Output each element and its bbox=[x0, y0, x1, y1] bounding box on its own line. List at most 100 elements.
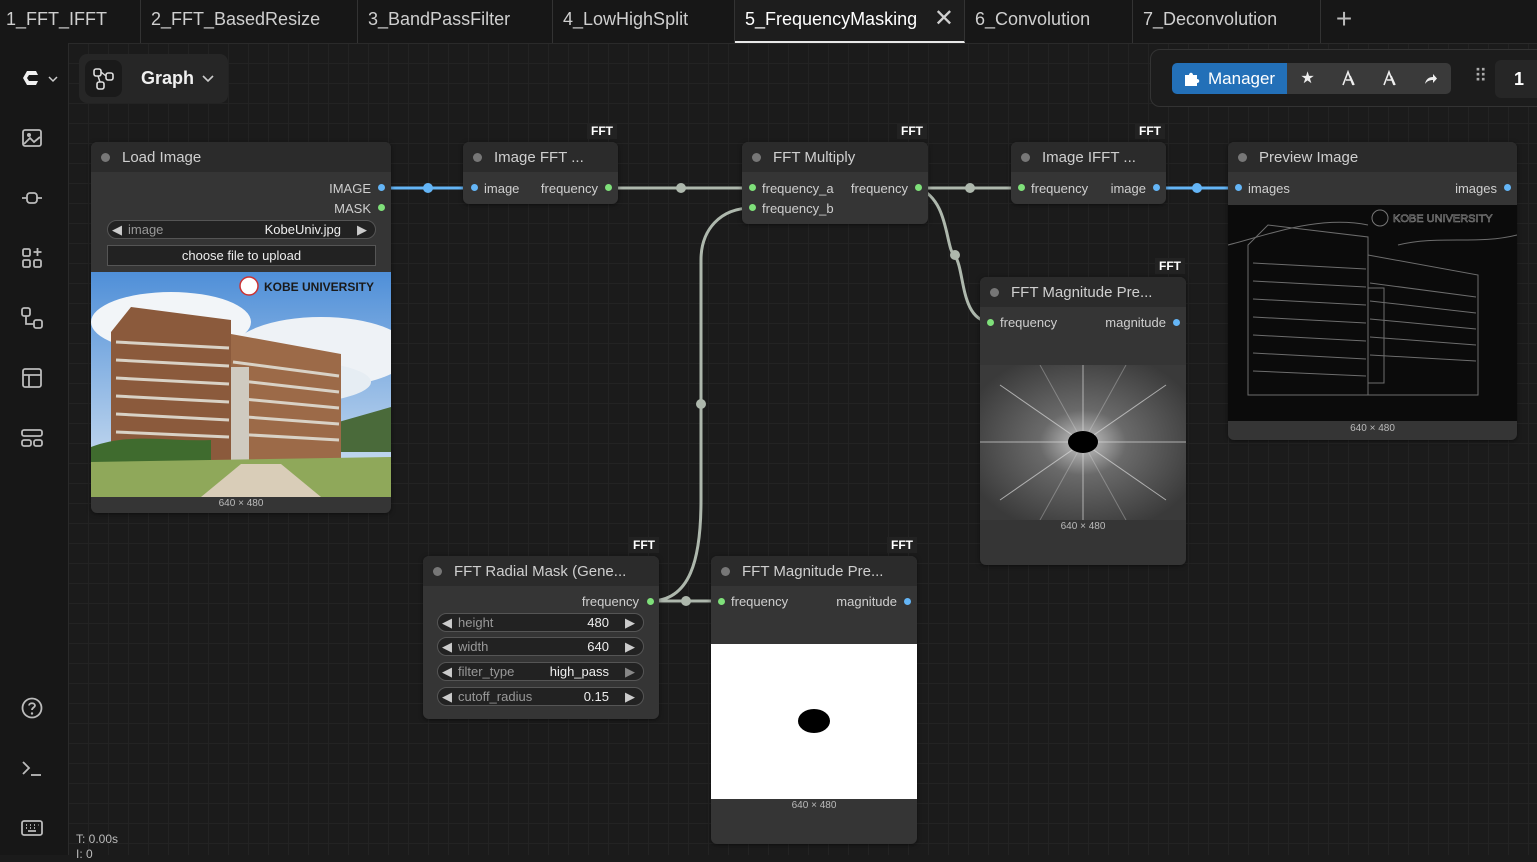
widget-value: 0.15 bbox=[583, 689, 609, 704]
graph-menu-button[interactable]: Graph bbox=[79, 54, 228, 103]
output-frequency-pin[interactable] bbox=[605, 184, 612, 191]
run-icon bbox=[1342, 70, 1355, 86]
arrow-right-icon[interactable]: ▶ bbox=[625, 689, 635, 705]
execution-stats: T: 0.00s I: 0 bbox=[76, 832, 118, 862]
manager-button[interactable]: Manager bbox=[1172, 63, 1287, 94]
model-library-icon[interactable] bbox=[19, 245, 45, 271]
node-image-ifft[interactable]: Image IFFT ... frequency image bbox=[1011, 142, 1166, 204]
graph-icon bbox=[85, 60, 122, 97]
node-fft-magnitude-preview-2[interactable]: FFT Magnitude Pre... frequency magnitude… bbox=[711, 556, 917, 844]
node-badge: FFT bbox=[897, 123, 927, 139]
arrow-left-icon[interactable]: ◀ bbox=[112, 222, 122, 238]
output-magnitude-pin[interactable] bbox=[1173, 319, 1180, 326]
node-title: Image FFT ... bbox=[494, 149, 584, 166]
output-image-pin[interactable] bbox=[378, 184, 385, 191]
input-frequency-label: frequency bbox=[731, 594, 789, 609]
images-icon[interactable] bbox=[19, 125, 45, 151]
node-badge: FFT bbox=[887, 537, 917, 553]
logo-icon[interactable] bbox=[18, 65, 44, 91]
puzzle-icon bbox=[1185, 72, 1200, 86]
run-alt-button[interactable] bbox=[1369, 63, 1410, 94]
input-frequency-pin[interactable] bbox=[1018, 184, 1025, 191]
templates-icon[interactable] bbox=[19, 365, 45, 391]
tab-label: 5_FrequencyMasking bbox=[745, 9, 918, 29]
queue-count[interactable]: 1 bbox=[1495, 60, 1537, 98]
input-frequency-pin[interactable] bbox=[987, 319, 994, 326]
node-load-image[interactable]: Load Image IMAGE MASK ◀ image KobeUniv.j… bbox=[91, 142, 391, 513]
height-widget[interactable]: ◀ height 480 ▶ bbox=[437, 613, 644, 632]
input-frequency-label: frequency bbox=[1031, 181, 1089, 196]
share-button[interactable] bbox=[1410, 63, 1451, 94]
upload-button[interactable]: choose file to upload bbox=[107, 245, 376, 266]
node-fft-multiply[interactable]: FFT Multiply frequency_a frequency_b fre… bbox=[742, 142, 928, 224]
arrow-left-icon[interactable]: ◀ bbox=[442, 615, 452, 631]
output-frequency-pin[interactable] bbox=[915, 184, 922, 191]
output-images-label: images bbox=[1455, 181, 1497, 196]
collapse-dot[interactable] bbox=[721, 567, 730, 576]
widget-name: height bbox=[458, 615, 494, 630]
tab-6-convolution[interactable]: 6_Convolution bbox=[965, 0, 1133, 43]
arrow-right-icon[interactable]: ▶ bbox=[625, 664, 635, 680]
drag-handle-icon[interactable]: ⠿ bbox=[1474, 66, 1488, 87]
arrow-right-icon[interactable]: ▶ bbox=[357, 222, 367, 238]
input-frequency-b-pin[interactable] bbox=[749, 204, 756, 211]
node-preview-image[interactable]: Preview Image images images KOBE UNIVERS… bbox=[1228, 142, 1517, 440]
terminal-icon[interactable] bbox=[19, 755, 45, 781]
node-library-icon[interactable] bbox=[19, 185, 45, 211]
node-image-fft[interactable]: Image FFT ... image frequency bbox=[463, 142, 618, 204]
width-widget[interactable]: ◀ width 640 ▶ bbox=[437, 637, 644, 656]
collapse-dot[interactable] bbox=[473, 153, 482, 162]
collapse-dot[interactable] bbox=[752, 153, 761, 162]
help-icon[interactable] bbox=[19, 695, 45, 721]
collapse-dot[interactable] bbox=[433, 567, 442, 576]
workflows-icon[interactable] bbox=[19, 305, 45, 331]
output-image-pin[interactable] bbox=[1153, 184, 1160, 191]
arrow-left-icon[interactable]: ◀ bbox=[442, 639, 452, 655]
widget-name: cutoff_radius bbox=[458, 689, 533, 704]
collapse-dot[interactable] bbox=[1021, 153, 1030, 162]
output-magnitude-pin[interactable] bbox=[904, 598, 911, 605]
node-badge: FFT bbox=[587, 123, 617, 139]
queue-icon[interactable] bbox=[19, 425, 45, 451]
node-title: Load Image bbox=[122, 149, 202, 166]
favorites-button[interactable]: ★ bbox=[1287, 63, 1328, 94]
collapse-dot[interactable] bbox=[101, 153, 110, 162]
image-select-widget[interactable]: ◀ image KobeUniv.jpg ▶ bbox=[107, 220, 376, 239]
input-images-label: images bbox=[1248, 181, 1290, 196]
cutoff-radius-widget[interactable]: ◀ cutoff_radius 0.15 ▶ bbox=[437, 687, 644, 706]
tab-3-bandpassfilter[interactable]: 3_BandPassFilter bbox=[358, 0, 553, 43]
node-badge: FFT bbox=[1135, 123, 1165, 139]
tab-5-frequencymasking[interactable]: 5_FrequencyMasking ✕ bbox=[735, 0, 965, 43]
input-images-pin[interactable] bbox=[1235, 184, 1242, 191]
add-tab-button[interactable]: + bbox=[1332, 0, 1356, 40]
image-caption: KOBE UNIVERSITY bbox=[264, 280, 374, 294]
arrow-left-icon[interactable]: ◀ bbox=[442, 689, 452, 705]
input-frequency-a-label: frequency_a bbox=[762, 181, 834, 196]
collapse-dot[interactable] bbox=[1238, 153, 1247, 162]
close-icon[interactable]: ✕ bbox=[934, 0, 954, 38]
output-frequency-pin[interactable] bbox=[647, 598, 654, 605]
arrow-right-icon[interactable]: ▶ bbox=[625, 615, 635, 631]
node-fft-magnitude-preview-1[interactable]: FFT Magnitude Pre... frequency magnitude… bbox=[980, 277, 1186, 565]
input-image-pin[interactable] bbox=[471, 184, 478, 191]
collapse-dot[interactable] bbox=[990, 288, 999, 297]
widget-value: 480 bbox=[587, 615, 609, 630]
tab-label: 2_FFT_BasedResize bbox=[151, 9, 321, 29]
output-images-pin[interactable] bbox=[1504, 184, 1511, 191]
input-frequency-pin[interactable] bbox=[718, 598, 725, 605]
arrow-left-icon[interactable]: ◀ bbox=[442, 664, 452, 680]
tab-2-fft-basedresize[interactable]: 2_FFT_BasedResize bbox=[141, 0, 358, 43]
tab-4-lowhighsplit[interactable]: 4_LowHighSplit bbox=[553, 0, 735, 43]
output-mask-pin[interactable] bbox=[378, 204, 385, 211]
input-frequency-a-pin[interactable] bbox=[749, 184, 756, 191]
run-button[interactable] bbox=[1328, 63, 1369, 94]
arrow-right-icon[interactable]: ▶ bbox=[625, 639, 635, 655]
tab-1-fft-ifft[interactable]: 1_FFT_IFFT bbox=[0, 0, 141, 43]
tab-7-deconvolution[interactable]: 7_Deconvolution bbox=[1133, 0, 1321, 43]
keyboard-icon[interactable] bbox=[19, 815, 45, 841]
node-fft-radial-mask[interactable]: FFT Radial Mask (Gene... frequency ◀ hei… bbox=[423, 556, 659, 719]
filter-type-widget[interactable]: ◀ filter_type high_pass ▶ bbox=[437, 662, 644, 681]
node-badge: FFT bbox=[629, 537, 659, 553]
tab-label: 7_Deconvolution bbox=[1143, 9, 1278, 29]
chevron-down-icon bbox=[48, 76, 58, 83]
